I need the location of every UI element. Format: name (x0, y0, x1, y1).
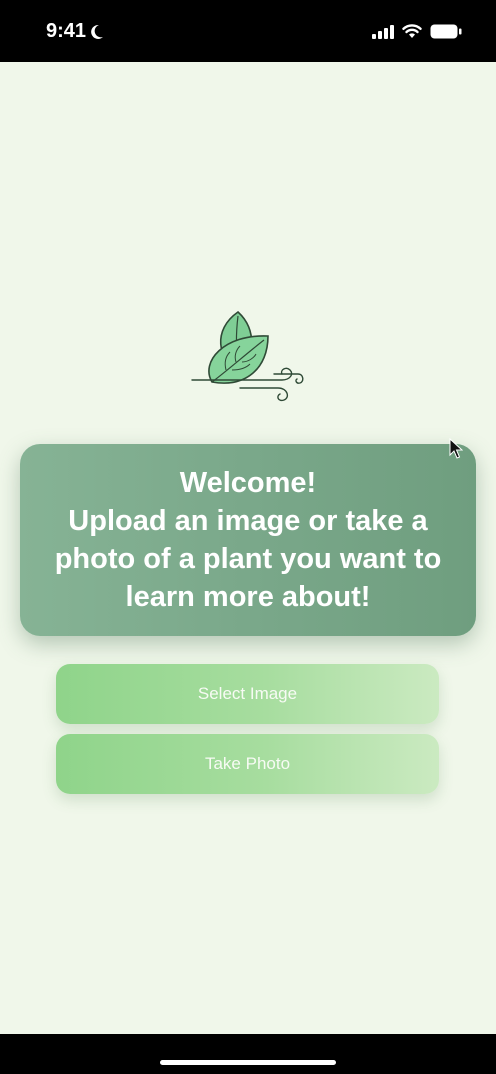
welcome-heading: Welcome! (179, 467, 317, 499)
welcome-message: Welcome! Upload an image or take a photo… (33, 464, 463, 616)
mouse-cursor-icon (449, 438, 463, 459)
battery-icon (430, 24, 462, 39)
status-time: 9:41 (46, 20, 104, 43)
phone-screen: 9:41 Welcome! Upload an image or take a … (0, 0, 496, 1074)
welcome-card: Welcome! Upload an image or take a photo… (20, 444, 476, 636)
home-bar-area (0, 1034, 496, 1074)
take-photo-button[interactable]: Take Photo (56, 734, 439, 794)
status-icons (372, 24, 462, 39)
welcome-line-4: learn more about! (125, 581, 371, 613)
wifi-icon (402, 24, 422, 38)
time-label: 9:41 (46, 20, 87, 42)
welcome-line-3: photo of a plant you want to (54, 543, 442, 575)
moon-icon (91, 24, 104, 39)
leaf-wind-icon (191, 310, 304, 402)
home-indicator[interactable] (160, 1060, 336, 1065)
status-bar: 9:41 (0, 0, 496, 62)
cellular-signal-icon (372, 24, 394, 39)
main-content: Welcome! Upload an image or take a photo… (0, 62, 496, 1034)
welcome-line-2: Upload an image or take a (68, 505, 428, 537)
select-image-button[interactable]: Select Image (56, 664, 439, 724)
